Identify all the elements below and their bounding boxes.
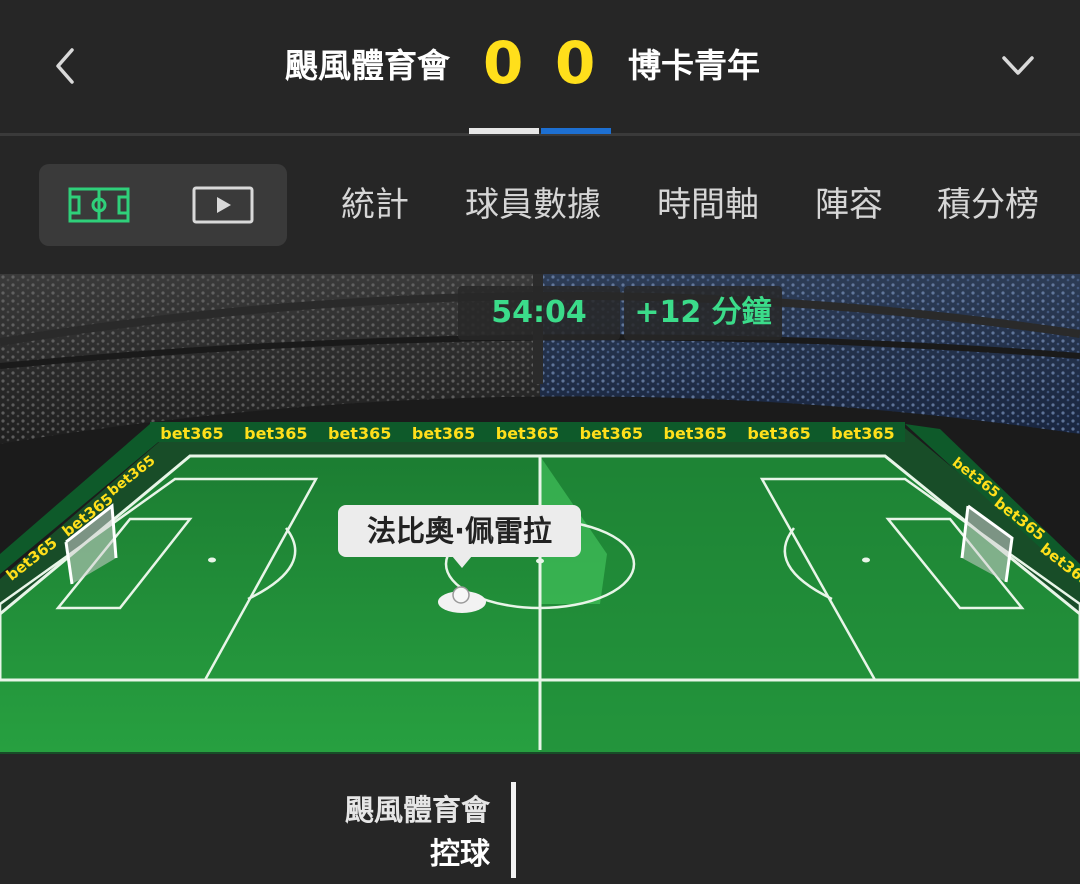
sponsor-logo: bet365 bbox=[495, 423, 560, 443]
video-play-icon[interactable] bbox=[192, 186, 254, 228]
home-score: 0 bbox=[483, 29, 524, 97]
tab-stats[interactable]: 統計 bbox=[341, 182, 409, 228]
away-team-color-bar bbox=[541, 128, 611, 134]
chevron-down-icon[interactable] bbox=[998, 46, 1038, 86]
possession-team: 颶風體育會 bbox=[344, 793, 490, 827]
tab-bar: 統計 球員數據 時間軸 陣容 積分榜 bbox=[0, 136, 1080, 274]
sponsor-logo: bet365 bbox=[244, 423, 308, 443]
sponsor-logo: bet365 bbox=[747, 423, 811, 443]
away-score: 0 bbox=[555, 29, 596, 97]
match-header: 颶風體育會 0 0 博卡青年 bbox=[0, 0, 1080, 136]
added-time: +12 分鐘 bbox=[624, 286, 782, 340]
sponsor-logo: bet365 bbox=[663, 423, 727, 443]
sponsor-logo: bet365 bbox=[411, 423, 476, 443]
player-tooltip: 法比奧·佩雷拉 bbox=[338, 505, 581, 557]
tab-standings[interactable]: 積分榜 bbox=[937, 182, 1039, 228]
back-chevron-icon[interactable] bbox=[48, 44, 88, 88]
view-switcher bbox=[39, 164, 287, 246]
tab-timeline[interactable]: 時間軸 bbox=[657, 182, 759, 228]
possession-marker-line bbox=[511, 782, 516, 878]
tooltip-pointer bbox=[452, 556, 472, 568]
sponsor-logo: bet365 bbox=[328, 423, 392, 443]
home-team-color-bar bbox=[469, 128, 539, 134]
possession-panel: 颶風體育會 控球 bbox=[0, 754, 1080, 884]
sponsor-logo: bet365 bbox=[831, 423, 895, 443]
tab-player-stats[interactable]: 球員數據 bbox=[465, 182, 601, 228]
match-clock: 54:04 bbox=[458, 286, 620, 340]
sponsor-logo: bet365 bbox=[579, 423, 643, 443]
possession-label: 控球 bbox=[430, 837, 490, 872]
ad-board-top: bet365 bet365 bet365 bet365 bet365 bet36… bbox=[150, 422, 905, 444]
sponsor-logo: bet365 bbox=[160, 423, 224, 443]
home-team-name: 颶風體育會 bbox=[285, 46, 450, 85]
pitch-view-icon[interactable] bbox=[68, 187, 130, 227]
tab-lineups[interactable]: 陣容 bbox=[815, 182, 883, 228]
away-team-name: 博卡青年 bbox=[628, 46, 760, 85]
